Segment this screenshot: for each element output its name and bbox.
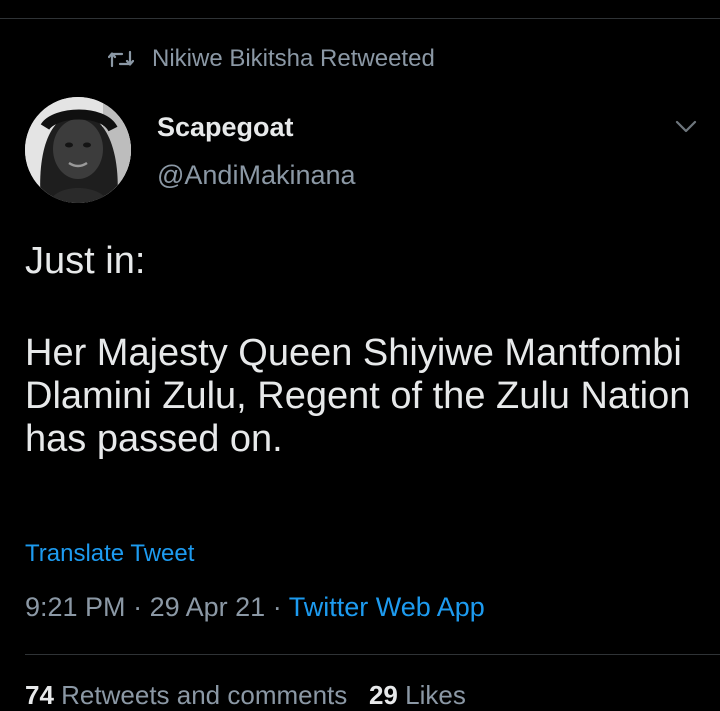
tweet-text: Just in: Her Majesty Queen Shiyiwe Mantf… <box>25 240 705 461</box>
avatar[interactable] <box>25 97 131 203</box>
retweets-stat[interactable]: 74 Retweets and comments <box>25 680 347 710</box>
translate-tweet-link[interactable]: Translate Tweet <box>25 540 194 568</box>
display-name[interactable]: Scapegoat <box>157 112 294 143</box>
meta-separator: · <box>133 592 143 622</box>
likes-label: Likes <box>405 680 466 710</box>
tweet-line-2: Her Majesty Queen Shiyiwe Mantfombi Dlam… <box>25 332 691 460</box>
tweet-paragraph-gap <box>25 283 705 332</box>
retweets-label: Retweets and comments <box>61 680 348 710</box>
tweet-line-1: Just in: <box>25 240 146 282</box>
retweets-count: 74 <box>25 680 54 710</box>
tweet-stats: 74 Retweets and comments 29 Likes <box>25 680 466 711</box>
handle[interactable]: @AndiMakinana <box>157 160 356 191</box>
retweet-banner-text: Nikiwe Bikitsha Retweeted <box>152 45 435 72</box>
likes-count: 29 <box>368 680 398 710</box>
top-divider <box>0 18 720 19</box>
tweet-time: 9:21 PM <box>25 592 126 622</box>
likes-stat[interactable]: 29 Likes <box>369 680 466 710</box>
chevron-down-icon[interactable] <box>674 118 698 136</box>
retweet-icon <box>108 49 134 69</box>
tweet-source-link[interactable]: Twitter Web App <box>289 592 485 622</box>
stats-divider <box>25 654 720 655</box>
tweet-date: 29 Apr 21 <box>149 592 266 622</box>
retweet-banner[interactable]: Nikiwe Bikitsha Retweeted <box>108 44 435 74</box>
tweet-meta: 9:21 PM · 29 Apr 21 · Twitter Web App <box>25 592 485 623</box>
meta-separator: · <box>272 592 282 622</box>
